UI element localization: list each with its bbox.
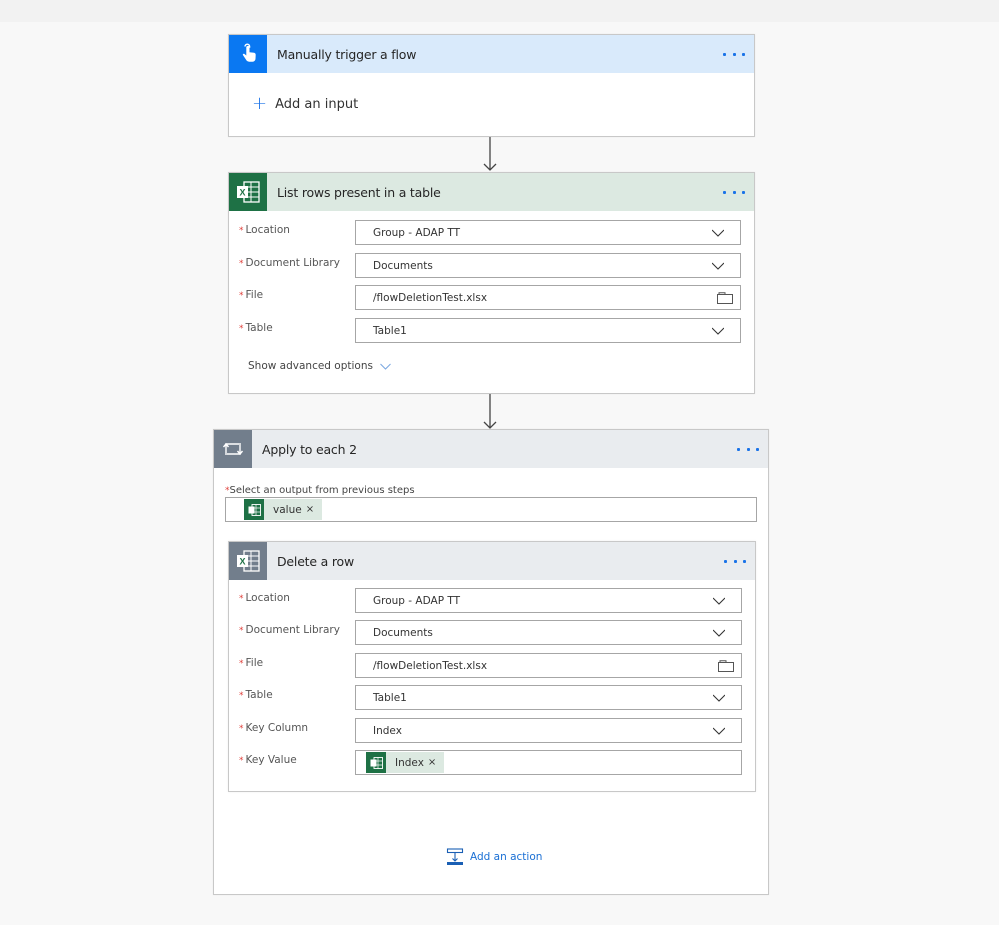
top-bar (0, 0, 999, 22)
list-rows-card: X List rows present in a table * Location… (228, 172, 755, 394)
remove-token-button[interactable]: × (306, 504, 322, 515)
add-input-button[interactable]: + Add an input (252, 95, 358, 113)
table-dropdown[interactable]: Table1 (355, 685, 742, 710)
add-an-action-button[interactable]: Add an action (446, 848, 542, 866)
loop-icon (214, 430, 252, 468)
document-library-dropdown[interactable]: Documents (355, 620, 742, 645)
location-value: Group - ADAP TT (373, 594, 461, 607)
excel-icon: X (229, 542, 267, 580)
location-dropdown[interactable]: Group - ADAP TT (355, 220, 741, 245)
trigger-title: Manually trigger a flow (277, 46, 417, 62)
add-input-label: Add an input (275, 96, 359, 112)
index-token-label: Index (395, 756, 424, 769)
document-library-value: Documents (373, 259, 433, 272)
key-value-label: Key Value (245, 754, 297, 766)
add-an-action-label: Add an action (470, 851, 543, 863)
key-value-input[interactable]: Index × (355, 750, 742, 775)
document-library-value: Documents (373, 626, 433, 639)
apply-to-each-title: Apply to each 2 (262, 441, 357, 457)
connector-arrow (483, 394, 497, 429)
remove-token-button[interactable]: × (428, 757, 444, 768)
location-field: * Location Group - ADAP TT (229, 588, 755, 613)
list-rows-more-options-button[interactable] (723, 182, 745, 202)
file-value: /flowDeletionTest.xlsx (373, 659, 488, 672)
location-value: Group - ADAP TT (373, 226, 461, 239)
table-label: Table (245, 322, 273, 334)
document-library-label: Document Library (245, 257, 340, 269)
key-value-field: * Key Value Index × (229, 750, 755, 775)
chevron-down-icon[interactable] (713, 627, 725, 639)
chevron-down-icon[interactable] (713, 692, 725, 704)
table-field: * Table Table1 (229, 685, 755, 710)
table-dropdown[interactable]: Table1 (355, 318, 741, 343)
apply-to-each-card: Apply to each 2 *Select an output from p… (213, 429, 769, 895)
apply-to-each-header[interactable]: Apply to each 2 (214, 430, 768, 468)
table-value: Table1 (373, 324, 407, 337)
chevron-down-icon[interactable] (713, 725, 725, 737)
trigger-card: Manually trigger a flow + Add an input (228, 34, 755, 137)
connector-arrow (483, 137, 497, 171)
chevron-down-icon[interactable] (712, 227, 724, 239)
delete-row-more-options-button[interactable] (724, 551, 746, 571)
table-value: Table1 (373, 691, 407, 704)
document-library-label: Document Library (245, 624, 340, 636)
location-label: Location (245, 592, 290, 604)
chevron-down-icon[interactable] (712, 325, 724, 337)
svg-text:X: X (239, 557, 245, 567)
trigger-more-options-button[interactable] (723, 44, 745, 64)
table-label: Table (245, 689, 273, 701)
apply-to-each-more-options-button[interactable] (737, 439, 759, 459)
delete-row-card-header[interactable]: X Delete a row (229, 542, 755, 580)
show-advanced-options-button[interactable]: Show advanced options (248, 360, 391, 372)
excel-icon (366, 752, 386, 773)
svg-text:X: X (239, 188, 245, 198)
chevron-down-icon (380, 363, 391, 370)
file-field: * File /flowDeletionTest.xlsx (229, 653, 755, 678)
add-action-icon (446, 848, 464, 865)
key-column-value: Index (373, 724, 402, 737)
table-field: * Table Table1 (229, 318, 754, 343)
location-dropdown[interactable]: Group - ADAP TT (355, 588, 742, 613)
list-rows-card-header[interactable]: X List rows present in a table (229, 173, 754, 211)
show-advanced-options-label: Show advanced options (248, 360, 373, 372)
chevron-down-icon[interactable] (712, 260, 724, 272)
select-output-input[interactable]: value × (225, 497, 757, 522)
location-label: Location (245, 224, 290, 236)
chevron-down-icon[interactable] (713, 595, 725, 607)
value-token[interactable]: value × (244, 499, 323, 520)
file-input[interactable]: /flowDeletionTest.xlsx (355, 653, 742, 678)
excel-icon (244, 499, 264, 520)
key-column-field: * Key Column Index (229, 718, 755, 743)
plus-icon: + (252, 93, 268, 114)
list-rows-title: List rows present in a table (277, 184, 441, 200)
select-output-label: Select an output from previous steps (229, 485, 415, 496)
value-token-label: value (273, 503, 302, 516)
trigger-card-header[interactable]: Manually trigger a flow (229, 35, 754, 73)
folder-icon[interactable] (718, 660, 734, 672)
file-label: File (245, 657, 264, 669)
file-field: * File /flowDeletionTest.xlsx (229, 285, 754, 310)
folder-icon[interactable] (717, 292, 733, 304)
file-value: /flowDeletionTest.xlsx (373, 291, 488, 304)
file-label: File (245, 289, 264, 301)
key-column-dropdown[interactable]: Index (355, 718, 742, 743)
document-library-field: * Document Library Documents (229, 253, 754, 278)
location-field: * Location Group - ADAP TT (229, 220, 754, 245)
index-token[interactable]: Index × (366, 752, 445, 773)
file-input[interactable]: /flowDeletionTest.xlsx (355, 285, 741, 310)
key-column-label: Key Column (245, 722, 309, 734)
document-library-field: * Document Library Documents (229, 620, 755, 645)
delete-row-card: X Delete a row * Location Group - ADAP TT… (228, 541, 756, 792)
delete-row-title: Delete a row (277, 553, 355, 569)
excel-icon: X (229, 173, 267, 211)
document-library-dropdown[interactable]: Documents (355, 253, 741, 278)
touch-hand-icon (229, 35, 267, 73)
